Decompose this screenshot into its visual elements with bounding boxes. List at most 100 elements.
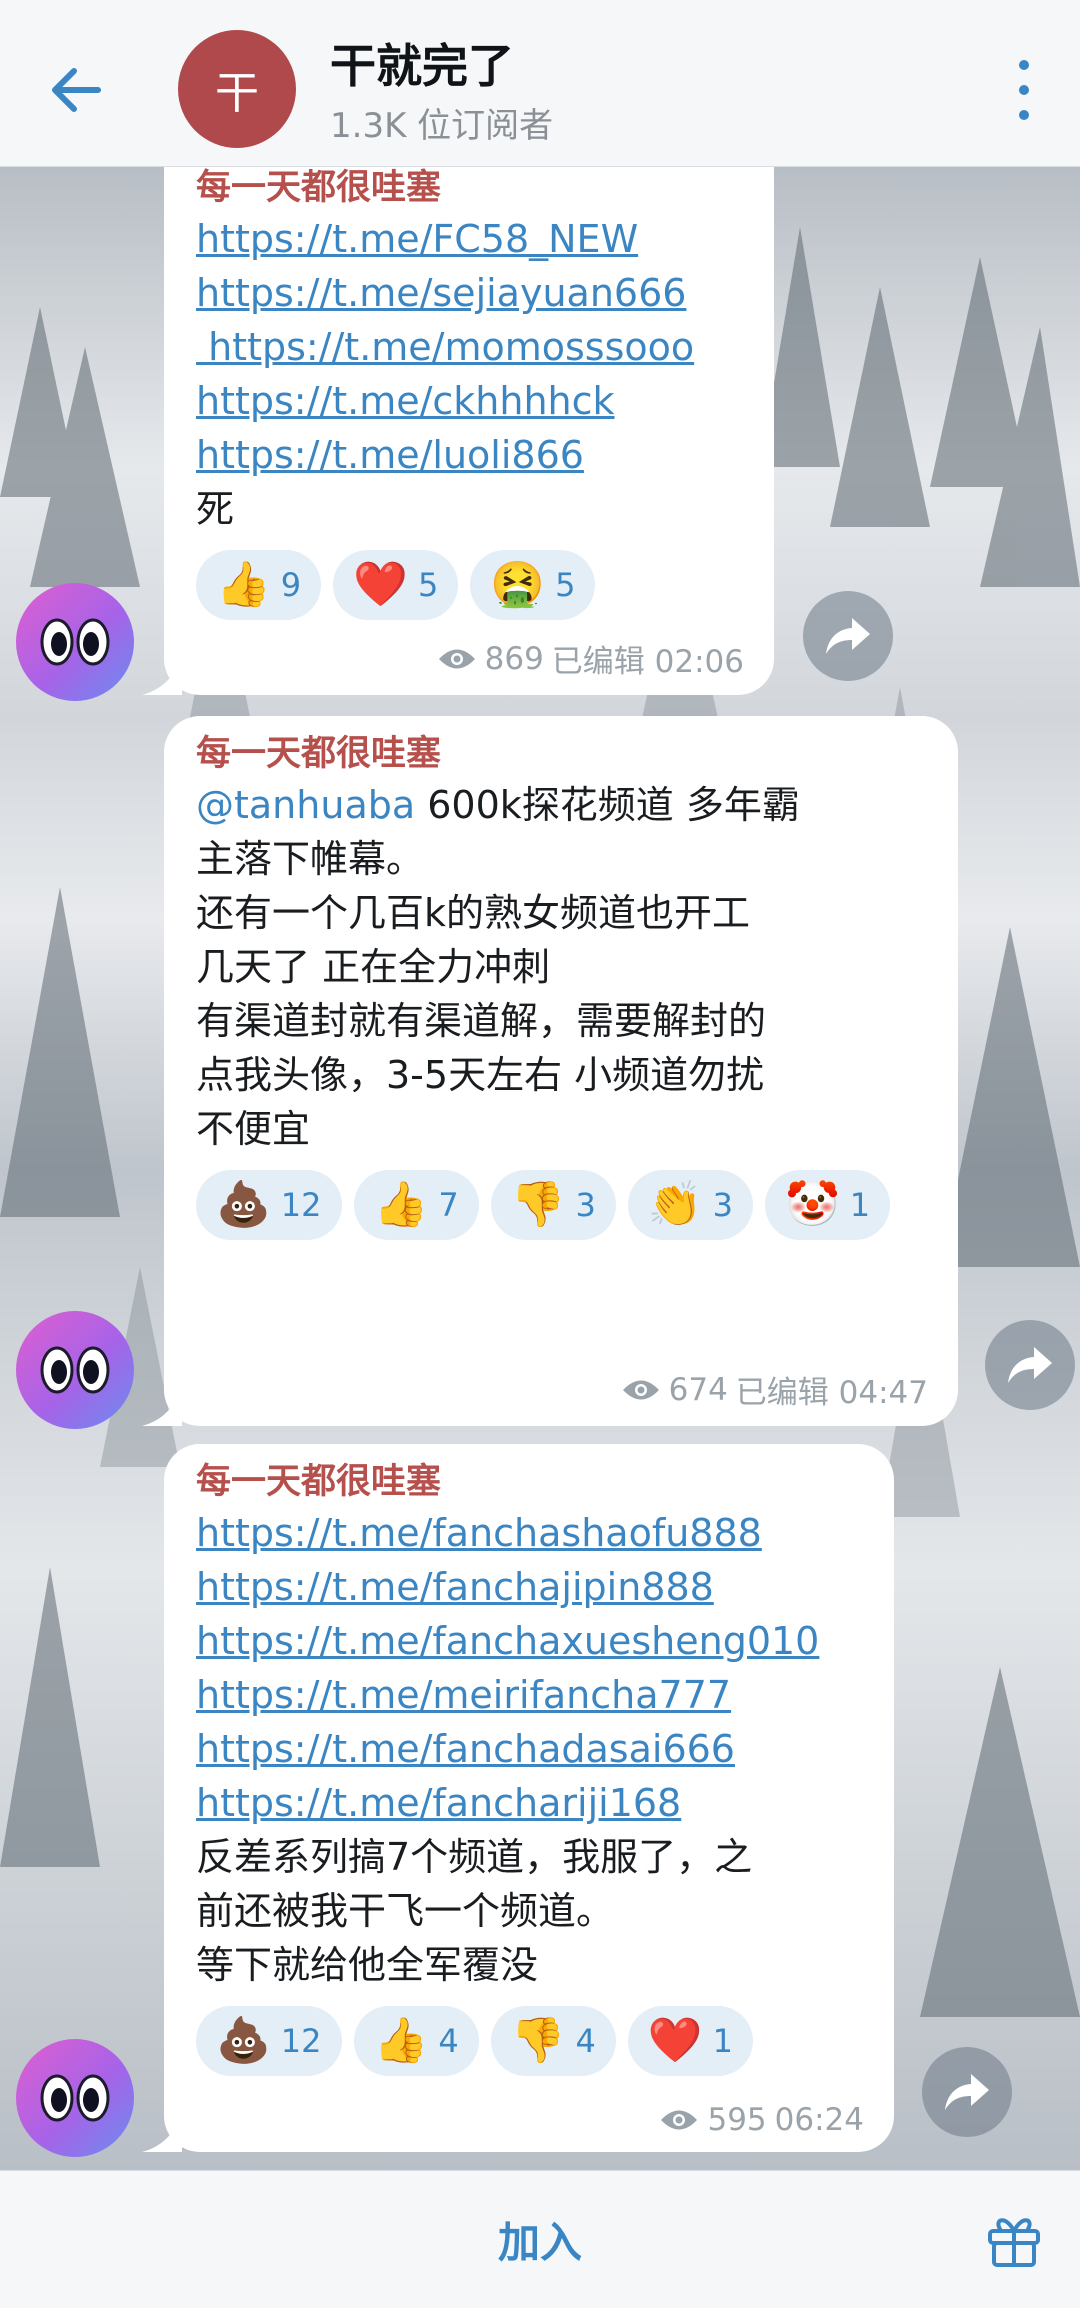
eyes-icon	[40, 1346, 110, 1394]
reaction-count: 7	[438, 1186, 459, 1224]
clap-icon: 👏	[647, 1179, 703, 1230]
reaction-poop[interactable]: 💩 12	[196, 2006, 342, 2076]
sender-avatar[interactable]	[16, 1311, 134, 1429]
reaction-clown[interactable]: 🤡 1	[764, 1170, 891, 1240]
reaction-count: 4	[575, 2022, 596, 2060]
sender-avatar[interactable]	[16, 583, 134, 701]
message-time: 06:24	[774, 2102, 864, 2138]
more-vert-icon	[1019, 60, 1029, 70]
message-link[interactable]: https://t.me/fanchariji168	[196, 1776, 862, 1830]
reaction-count: 1	[712, 2022, 733, 2060]
share-arrow-icon	[1008, 1347, 1052, 1383]
clown-icon: 🤡	[784, 1179, 840, 1230]
reaction-thumbs-up[interactable]: 👍 4	[353, 2006, 479, 2076]
message-text: 主落下帷幕。	[196, 837, 425, 881]
bubble-tail	[142, 655, 182, 695]
view-count: 674	[668, 1371, 728, 1408]
reaction-heart[interactable]: ❤️ 1	[627, 2006, 753, 2076]
reaction-thumbs-down[interactable]: 👎 3	[490, 1170, 616, 1240]
channel-avatar[interactable]: 干	[178, 30, 296, 148]
message-link[interactable]: https://t.me/fanchadasai666	[196, 1722, 862, 1776]
message-link[interactable]: https://t.me/ckhhhhck	[196, 374, 742, 428]
reaction-poop[interactable]: 💩 12	[196, 1170, 342, 1240]
eye-icon	[438, 649, 475, 668]
message-text: 反差系列搞7个频道，我服了，之	[196, 1835, 753, 1879]
message-time: 已编辑 02:06	[551, 644, 744, 680]
share-button[interactable]	[985, 1320, 1075, 1410]
sender-avatar[interactable]	[16, 2039, 134, 2157]
reaction-vomit[interactable]: 🤮 5	[470, 550, 596, 620]
vomit-face-icon: 🤮	[490, 559, 546, 610]
reaction-count: 3	[575, 1186, 596, 1224]
message-link[interactable]: https://t.me/fanchaxuesheng010	[196, 1614, 862, 1668]
poop-icon: 💩	[216, 1179, 271, 1230]
reaction-count: 9	[280, 566, 302, 604]
eye-icon	[622, 1380, 659, 1399]
eyes-icon	[40, 618, 110, 666]
message-link[interactable]: https://t.me/fanchashaofu888	[196, 1506, 862, 1560]
message-link[interactable]: https://t.me/sejiayuan666	[196, 266, 742, 320]
bubble-tail	[142, 1386, 182, 1426]
chat-header: 干 干就完了 1.3K 位订阅者	[0, 0, 1080, 167]
share-arrow-icon	[826, 618, 870, 654]
reactions-row: 💩 12 👍 4 👎 4 ❤️ 1	[196, 2006, 862, 2076]
message-bubble[interactable]: 每一天都很哇塞 @tanhuaba 600k探花频道 多年霸 主落下帷幕。 还有…	[142, 716, 958, 1426]
bubble-tail	[142, 2112, 182, 2152]
thumbs-up-icon: 👍	[373, 2015, 429, 2066]
message-link[interactable]: https://t.me/meirifancha777	[196, 1668, 862, 1722]
message-meta: 869 已编辑 02:06	[437, 636, 744, 681]
heart-icon: ❤️	[353, 559, 408, 610]
message-bubble[interactable]: 每一天都很哇塞 https://t.me/fanchashaofu888 htt…	[142, 1444, 894, 2152]
sender-name: 每一天都很哇塞	[196, 1462, 442, 1502]
heart-icon: ❤️	[647, 2015, 703, 2066]
thumbs-up-icon: 👍	[216, 559, 271, 610]
sender-name: 每一天都很哇塞	[196, 168, 442, 208]
thumbs-up-icon: 👍	[373, 1179, 429, 1230]
message-link[interactable]: https://t.me/momosssooo	[196, 320, 742, 374]
reaction-count: 12	[280, 2022, 322, 2060]
eye-icon	[661, 2110, 698, 2130]
message-text: 几天了 正在全力冲刺	[196, 945, 551, 989]
message-bubble[interactable]: 每一天都很哇塞 https://t.me/FC58_NEW https://t.…	[142, 150, 774, 695]
message-text: 点我头像，3-5天左右 小频道勿扰	[196, 1053, 765, 1097]
reaction-thumbs-up[interactable]: 👍 7	[353, 1170, 479, 1240]
message-link[interactable]: https://t.me/fanchajipin888	[196, 1560, 862, 1614]
reaction-count: 12	[280, 1186, 322, 1224]
back-button[interactable]	[40, 55, 110, 125]
message-text: 死	[196, 487, 235, 531]
gift-icon[interactable]	[984, 2209, 1044, 2269]
channel-mention-link[interactable]: @tanhuaba	[196, 783, 415, 827]
message-link[interactable]: https://t.me/FC58_NEW	[196, 212, 742, 266]
thumbs-down-icon: 👎	[510, 1179, 566, 1230]
share-button[interactable]	[922, 2047, 1012, 2137]
view-count: 869	[484, 640, 544, 677]
reactions-row: 💩 12 👍 7 👎 3 👏 3 🤡 1	[196, 1170, 926, 1240]
join-channel-button[interactable]: 加入	[0, 2171, 1080, 2308]
reaction-count: 5	[555, 566, 576, 604]
eyes-icon	[40, 2074, 110, 2122]
reaction-heart[interactable]: ❤️ 5	[333, 550, 459, 620]
thumbs-down-icon: 👎	[510, 2015, 566, 2066]
reaction-thumbs-down[interactable]: 👎 4	[490, 2006, 616, 2076]
reactions-row: 👍 9 ❤️ 5 🤮 5	[196, 550, 742, 620]
message-time: 已编辑 04:47	[735, 1375, 928, 1411]
view-count: 595	[707, 2102, 767, 2138]
poop-icon: 💩	[216, 2015, 271, 2066]
message-text: 等下就给他全军覆没	[196, 1943, 539, 1987]
share-arrow-icon	[945, 2074, 989, 2110]
reaction-count: 3	[712, 1186, 733, 1224]
message-meta: 595 06:24	[659, 2102, 864, 2138]
reaction-count: 5	[417, 566, 439, 604]
channel-title[interactable]: 干就完了	[330, 30, 514, 96]
message-text: 600k探花频道 多年霸	[415, 783, 800, 827]
message-text: 不便宜	[196, 1107, 311, 1151]
reaction-clap[interactable]: 👏 3	[627, 1170, 753, 1240]
back-arrow-icon	[52, 68, 101, 112]
share-button[interactable]	[803, 591, 893, 681]
message-link[interactable]: https://t.me/luoli866	[196, 428, 742, 482]
reaction-thumbs-up[interactable]: 👍 9	[196, 550, 322, 620]
sender-name: 每一天都很哇塞	[196, 734, 442, 774]
more-options-button[interactable]	[1004, 60, 1044, 120]
subscriber-count: 1.3K 位订阅者	[330, 106, 554, 146]
reaction-count: 1	[849, 1186, 871, 1224]
